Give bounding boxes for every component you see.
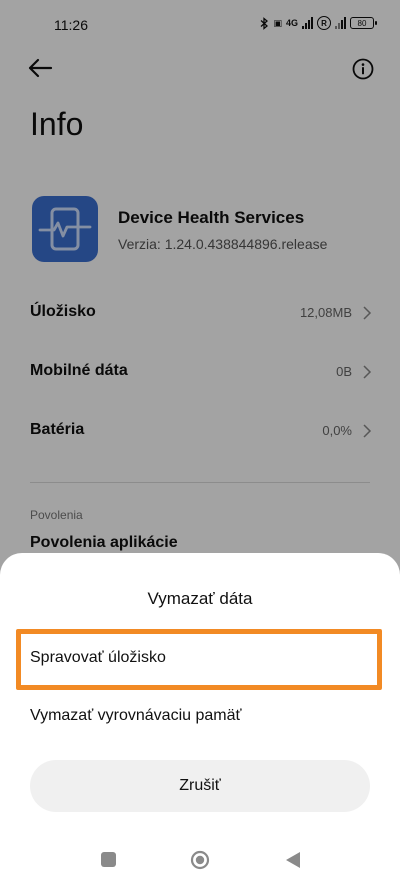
sheet-title: Vymazať dáta: [147, 589, 253, 608]
clear-cache-option[interactable]: Vymazať vyrovnávaciu pamäť: [30, 707, 242, 725]
recents-square-icon[interactable]: [101, 852, 116, 867]
manage-storage-option[interactable]: Spravovať úložisko: [30, 649, 166, 667]
home-circle-icon[interactable]: [190, 850, 210, 870]
navigation-bar: [0, 848, 400, 878]
back-triangle-icon[interactable]: [284, 850, 302, 870]
cancel-button[interactable]: Zrušiť: [30, 760, 370, 812]
clear-data-sheet: Vymazať dáta Spravovať úložisko Vymazať …: [0, 553, 400, 889]
